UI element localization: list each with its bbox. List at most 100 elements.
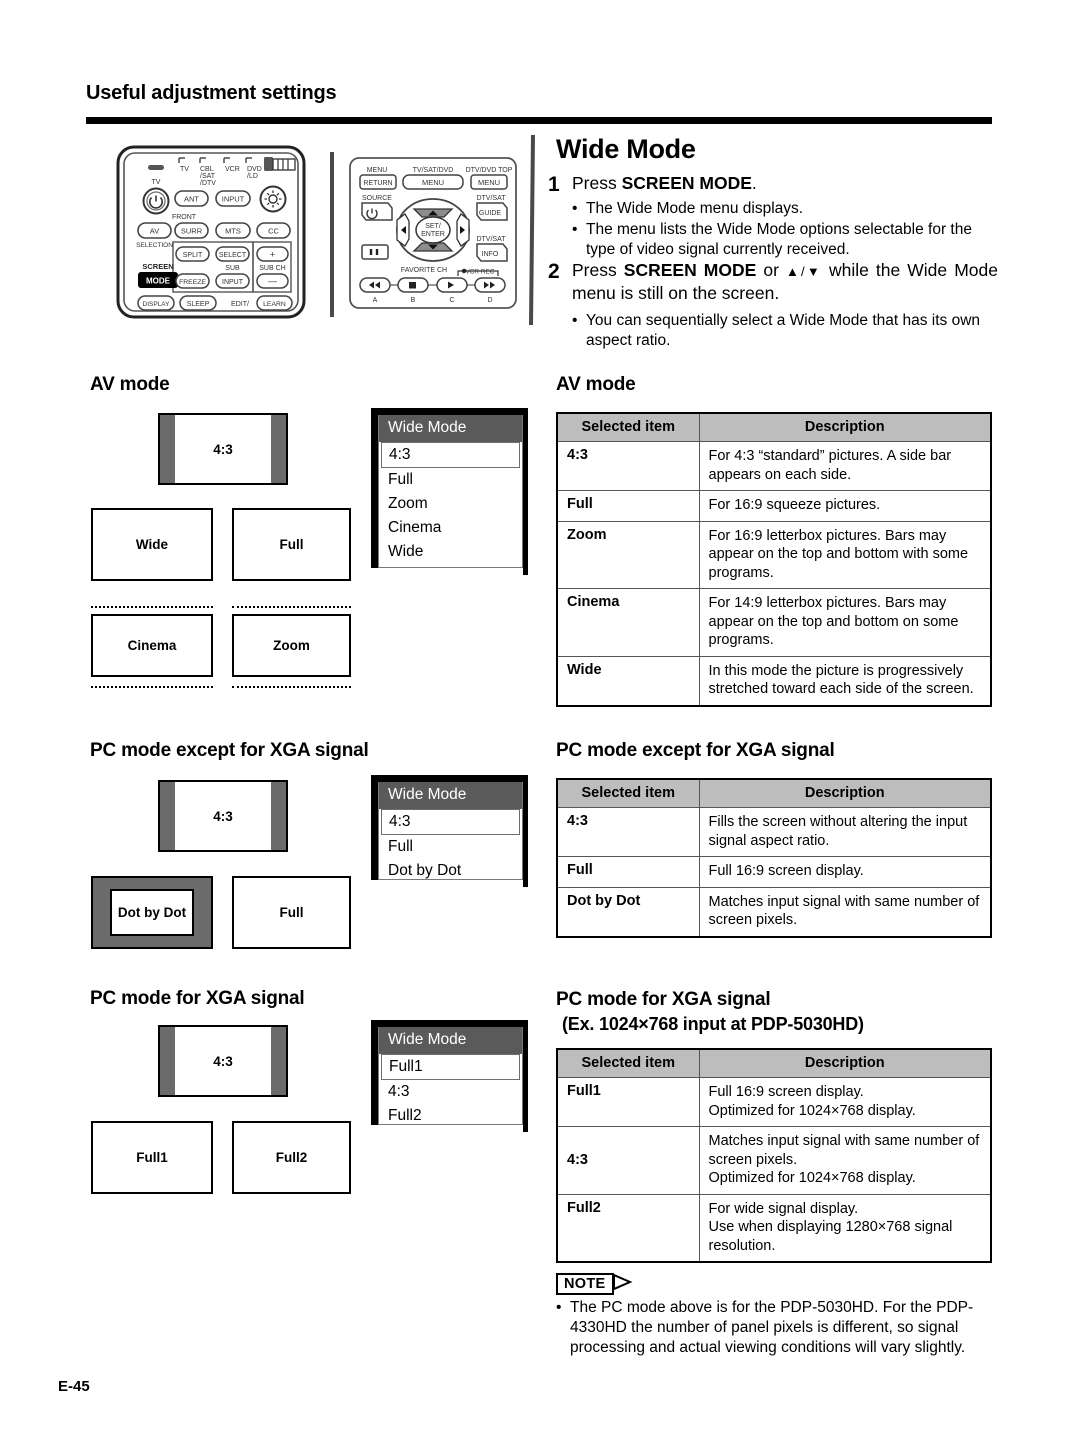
note-block: NOTE • The PC mode above is for the PDP-… [556, 1273, 994, 1358]
svg-text:SELECT: SELECT [219, 252, 247, 259]
osd-item[interactable]: Full [379, 835, 522, 859]
osd-menu-pc-except-xga: Wide Mode 4:3 Full Dot by Dot [371, 775, 528, 887]
section-heading-pc-xga-main: PC mode for XGA signal [556, 989, 771, 1010]
table-col-selected-item: Selected item [556, 1048, 700, 1078]
page-number: E-45 [58, 1378, 90, 1395]
osd-item[interactable]: Dot by Dot [379, 859, 522, 883]
svg-text:CBL: CBL [200, 166, 214, 173]
svg-text:TV: TV [180, 166, 189, 173]
svg-text:DTV/DVD TOP: DTV/DVD TOP [466, 167, 513, 174]
svg-text:DISPLAY: DISPLAY [143, 301, 171, 308]
preview-label: 4:3 [213, 441, 233, 457]
preview-label: Wide [135, 537, 169, 552]
page-title: Useful adjustment settings [86, 82, 337, 104]
osd-item[interactable]: Zoom [379, 492, 522, 516]
step-2-bullets: • You can sequentially select a Wide Mod… [572, 311, 997, 352]
table-col-selected-item: Selected item [556, 778, 700, 808]
svg-text:RETURN: RETURN [363, 180, 392, 187]
osd-shadow-left [371, 1020, 378, 1125]
section-heading-pc-except-xga-left: PC mode except for XGA signal [90, 740, 369, 761]
svg-text:D: D [487, 297, 492, 304]
section-heading-av-mode-left: AV mode [90, 374, 170, 395]
table-cell-desc: For 16:9 letterbox pictures. Bars may ap… [698, 520, 992, 590]
osd-item-selected[interactable]: 4:3 [381, 809, 520, 835]
svg-text:SET/: SET/ [425, 223, 441, 230]
table-cell-desc: Fills the screen without altering the in… [698, 806, 992, 858]
bullet-text: The Wide Mode menu displays. [586, 200, 804, 217]
preview-box-dot-by-dot: Dot by Dot [91, 876, 213, 949]
svg-text:FRONT: FRONT [172, 214, 197, 221]
note-text: The PC mode above is for the PDP-5030HD.… [570, 1299, 974, 1357]
note-tag: NOTE [556, 1273, 633, 1295]
svg-text:SUB: SUB [225, 265, 240, 272]
svg-text:SLEEP: SLEEP [187, 301, 210, 308]
osd-item-selected[interactable]: 4:3 [381, 442, 520, 468]
preview-label: Full2 [275, 1150, 308, 1165]
svg-text:A: A [373, 297, 378, 304]
bullet-dot: • [556, 1299, 562, 1316]
preview-label: Full [279, 905, 304, 920]
preview-box-4-3-xga: 4:3 [158, 1025, 288, 1097]
side-bar-right [271, 1027, 286, 1095]
svg-text:SOURCE: SOURCE [362, 195, 392, 202]
bullet-item: • The menu lists the Wide Mode options s… [572, 220, 997, 260]
remote-divider [330, 152, 334, 317]
svg-text:MODE: MODE [146, 277, 171, 286]
osd-shadow-left [371, 408, 378, 568]
side-bar-left [160, 415, 175, 483]
manual-page: Useful adjustment settings TV TV CBL/SAT… [0, 0, 1080, 1435]
header-rule [86, 117, 992, 124]
table-pc-xga: Selected item Description Full1 Full 16:… [556, 1048, 992, 1264]
table-header-row: Selected item Description [556, 412, 992, 442]
osd-item[interactable]: 4:3 [379, 1080, 522, 1104]
osd-item[interactable]: Full [379, 468, 522, 492]
step-1-bullets: • The Wide Mode menu displays. • The men… [572, 199, 997, 260]
table-cell-item: Cinema [556, 588, 700, 657]
table-cell-item: 4:3 [556, 806, 700, 858]
table-av-mode: Selected item Description 4:3 For 4:3 “s… [556, 412, 992, 708]
table-col-description: Description [698, 412, 992, 442]
table-row: 4:3 For 4:3 “standard” pictures. A side … [556, 440, 992, 492]
svg-text:ENTER: ENTER [421, 231, 445, 238]
table-pc-except-xga: Selected item Description 4:3 Fills the … [556, 778, 992, 938]
table-cell-desc: For 14:9 letterbox pictures. Bars may ap… [698, 588, 992, 657]
bullet-text: You can sequentially select a Wide Mode … [586, 312, 981, 349]
step-2-number: 2 [548, 260, 560, 283]
preview-label: Full1 [136, 1150, 168, 1165]
preview-box-full1: Full1 [91, 1121, 213, 1194]
bullet-item: • The Wide Mode menu displays. [572, 199, 997, 219]
osd-title: Wide Mode [379, 782, 522, 809]
svg-text:FAVORITE CH: FAVORITE CH [401, 267, 447, 274]
osd-item-selected[interactable]: Full1 [381, 1054, 520, 1080]
osd-title: Wide Mode [379, 415, 522, 442]
table-cell-item: Wide [556, 655, 700, 707]
step-2: 2 Press SCREEN MODE or ▲/▼ while the Wid… [548, 259, 998, 305]
osd-item[interactable]: Full2 [379, 1104, 522, 1128]
table-cell-item: Full2 [556, 1193, 700, 1263]
osd-item[interactable]: Wide [379, 540, 522, 564]
table-row: Cinema For 14:9 letterbox pictures. Bars… [556, 588, 992, 657]
svg-text:MENU: MENU [367, 167, 388, 174]
osd-item[interactable]: Cinema [379, 516, 522, 540]
table-row: 4:3 Matches input signal with same numbe… [556, 1126, 992, 1195]
svg-text:DVD: DVD [247, 166, 262, 173]
svg-text:DTV/SAT: DTV/SAT [476, 236, 506, 243]
svg-text:/SAT: /SAT [200, 173, 216, 180]
note-tag-label: NOTE [556, 1273, 615, 1295]
preview-box-4-3-pc: 4:3 [158, 780, 288, 852]
table-cell-item: 4:3 [556, 1126, 700, 1195]
svg-text:/DTV: /DTV [200, 180, 216, 187]
side-bar-right [271, 415, 286, 483]
osd-title: Wide Mode [379, 1027, 522, 1054]
svg-text:SCREEN: SCREEN [142, 262, 173, 271]
preview-label: 4:3 [213, 1053, 233, 1069]
svg-text:DTV/SAT: DTV/SAT [476, 195, 506, 202]
table-cell-item: Zoom [556, 520, 700, 590]
svg-text:VCR REC: VCR REC [465, 269, 495, 276]
svg-text:GUIDE: GUIDE [479, 210, 502, 217]
preview-label: Full [279, 537, 304, 552]
osd-inner: Wide Mode Full1 4:3 Full2 [378, 1027, 523, 1125]
table-row: 4:3 Fills the screen without altering th… [556, 806, 992, 858]
osd-shadow-right [523, 415, 528, 575]
bullet-text: The menu lists the Wide Mode options sel… [586, 220, 972, 258]
